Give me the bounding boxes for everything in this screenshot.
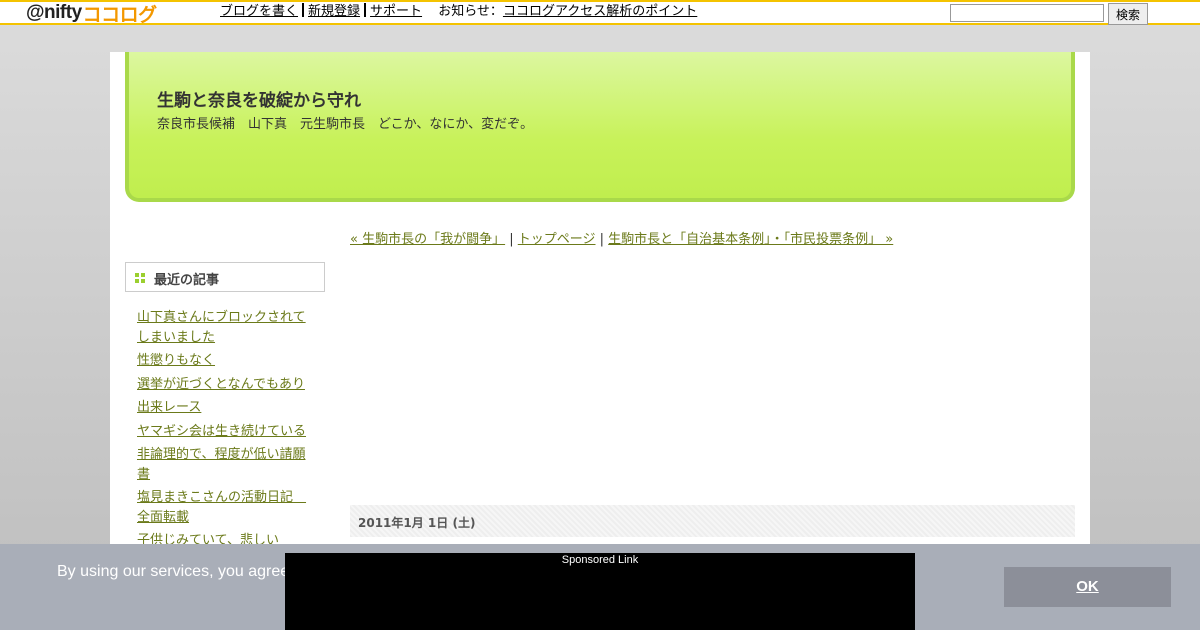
next-entry-link[interactable]: 生駒市長と「自治基本条例」・「市民投票条例」 » — [608, 232, 893, 247]
entry-date: 2011年1月 1日 (土) — [358, 516, 476, 530]
pager-separator: | — [505, 232, 518, 247]
top-bar: @nifty ココログ ブログを書く 新規登録 サポート お知らせ：ココログアクセス… — [0, 0, 1200, 26]
blog-header-banner: 生駒と奈良を破綻から守れ 奈良市長候補 山下真 元生駒市長 どこか、なにか、変だ… — [125, 52, 1075, 202]
nav-separator — [364, 3, 367, 17]
recent-articles-heading: 最近の記事 — [125, 262, 325, 292]
cookie-ok-button[interactable]: OK — [1004, 567, 1171, 607]
notice-link[interactable]: ココログアクセス解析のポイント — [503, 4, 697, 19]
nav-separator — [302, 3, 305, 17]
write-blog-link[interactable]: ブログを書く — [220, 4, 298, 19]
recent-article-link[interactable]: 塩見まきこさんの活動日記 全面転載 — [137, 490, 306, 525]
logo-cocolog-text: ココログ — [82, 4, 158, 26]
recent-article-link[interactable]: 非論理的で、程度が低い請願書 — [137, 447, 305, 482]
sponsored-link-label: Sponsored Link — [561, 554, 639, 566]
top-page-link[interactable]: トップページ — [518, 232, 596, 247]
recent-articles-list: 山下真さんにブロックされてしまいました 性懲りもなく 選挙が近づくとなんでもあり… — [137, 308, 313, 555]
recent-article-link[interactable]: ヤマギシ会は生き続けている — [137, 424, 306, 439]
prev-entry-link[interactable]: « 生駒市長の「我が闘争」 — [350, 232, 505, 247]
search-form: 検索 — [950, 3, 1148, 25]
recent-article-link[interactable]: 出来レース — [137, 400, 201, 415]
sponsored-ad-box[interactable]: Sponsored Link — [285, 553, 915, 630]
search-button[interactable]: 検索 — [1108, 3, 1148, 25]
recent-article-link[interactable]: 山下真さんにブロックされてしまいました — [137, 310, 306, 345]
nifty-cocolog-logo[interactable]: @nifty ココログ — [26, 2, 157, 26]
recent-article-link[interactable]: 選挙が近づくとなんでもあり — [137, 377, 305, 392]
logo-nifty-text: @nifty — [26, 2, 82, 23]
grid-bullet-icon — [135, 273, 145, 283]
list-item: 山下真さんにブロックされてしまいました — [137, 308, 313, 347]
search-input[interactable] — [950, 4, 1104, 22]
entry-date-header: 2011年1月 1日 (土) — [350, 505, 1075, 537]
list-item: 非論理的で、程度が低い請願書 — [137, 445, 313, 484]
list-item: 塩見まきこさんの活動日記 全面転載 — [137, 488, 313, 527]
list-item: 選挙が近づくとなんでもあり — [137, 375, 313, 395]
recent-articles-heading-label: 最近の記事 — [154, 273, 220, 288]
list-item: 性懲りもなく — [137, 351, 313, 371]
recent-article-link[interactable]: 性懲りもなく — [137, 353, 215, 368]
list-item: 出来レース — [137, 398, 313, 418]
register-link[interactable]: 新規登録 — [308, 4, 360, 19]
pager-separator: | — [595, 232, 609, 247]
top-nav: ブログを書く 新規登録 サポート お知らせ：ココログアクセス解析のポイント — [220, 3, 697, 21]
notice-label: お知らせ： — [438, 4, 503, 19]
list-item: ヤマギシ会は生き続けている — [137, 422, 313, 442]
entry-pager: « 生駒市長の「我が闘争」 | トップページ | 生駒市長と「自治基本条例」・「… — [350, 228, 893, 247]
blog-description: 奈良市長候補 山下真 元生駒市長 どこか、なにか、変だぞ。 — [157, 117, 534, 132]
support-link[interactable]: サポート — [370, 4, 422, 19]
blog-title[interactable]: 生駒と奈良を破綻から守れ — [157, 86, 361, 111]
